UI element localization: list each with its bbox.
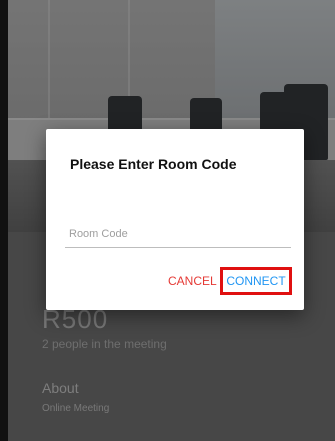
room-code-input[interactable] <box>65 221 291 248</box>
cancel-button[interactable]: CANCEL <box>168 274 217 288</box>
dialog-title: Please Enter Room Code <box>70 156 237 172</box>
connect-button[interactable]: CONNECT <box>220 267 292 295</box>
window-frame <box>0 0 8 441</box>
room-code-dialog: Please Enter Room Code CANCEL CONNECT <box>46 129 304 310</box>
